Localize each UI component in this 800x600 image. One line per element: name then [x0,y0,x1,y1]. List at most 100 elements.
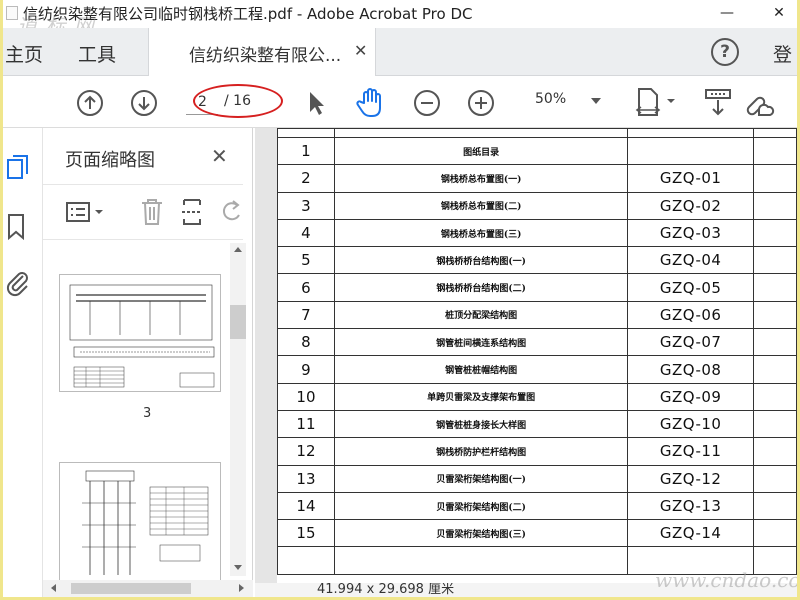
table-cell [333,128,629,138]
tab-home[interactable]: 主页 [5,40,43,67]
hscrollbar-thumb[interactable] [71,583,191,594]
select-cursor-icon[interactable] [303,88,329,118]
scroll-up-icon[interactable] [234,247,242,252]
close-window-button[interactable]: ✕ [761,0,797,26]
next-page-icon[interactable] [129,88,159,118]
row-number: 1 [277,136,335,166]
table-cell [753,355,797,384]
previous-page-icon[interactable] [75,88,105,118]
drawing-name: 钢栈桥总布置图(三) [333,218,629,248]
scroll-down-icon[interactable] [234,565,242,570]
login-button[interactable]: 登 [773,40,792,67]
table-row: 10 单跨贝雷梁及支撑架布置图 GZQ-09 [277,382,797,411]
page-thumbnail-3[interactable] [59,274,221,392]
panel-close-icon[interactable]: ✕ [211,144,228,168]
drawing-code: GZQ-09 [627,382,755,411]
row-number: 6 [277,273,335,302]
drawing-name: 钢栈桥桥台结构图(二) [333,273,629,302]
drawing-code [627,136,755,166]
thumbnail-options-icon[interactable] [65,199,111,225]
table-row: 11 钢管桩桩身接长大样图 GZQ-10 [277,409,797,439]
table-cell [753,491,797,521]
row-number: 3 [277,191,335,220]
tab-tools[interactable]: 工具 [78,40,116,67]
fit-page-icon[interactable] [635,86,681,120]
help-icon[interactable]: ? [711,38,739,66]
row-number: 7 [277,300,335,330]
table-cell [753,382,797,411]
table-row: 5 钢栈桥桥台结构图(一) GZQ-04 [277,246,797,275]
drawing-code: GZQ-10 [627,409,755,439]
table-cell [753,328,797,357]
tab-document-label: 信纺织染整有限公... [189,46,342,66]
drawing-name: 图纸目录 [333,136,629,166]
row-number: 9 [277,355,335,384]
drawing-code: GZQ-03 [627,218,755,248]
table-cell [753,409,797,439]
scroll-right-icon[interactable] [239,584,244,592]
table-cell [753,464,797,493]
table-row: 8 钢管桩间横连系结构图 GZQ-07 [277,328,797,357]
insert-page-icon[interactable] [180,197,208,227]
panel-title: 页面缩略图 [65,150,155,171]
drawing-name: 单跨贝雷梁及支撑架布置图 [333,382,629,411]
drawing-code: GZQ-02 [627,191,755,220]
red-annotation-ellipse [193,84,283,118]
page-thumbnail-4[interactable] [59,462,221,582]
table-cell [753,437,797,466]
table-cell [627,128,755,138]
hand-tool-icon[interactable] [355,86,387,120]
row-number: 15 [277,519,335,548]
table-cell [277,128,335,138]
tab-document[interactable]: 信纺织染整有限公... ✕ [148,28,376,76]
thumbnails-panel: 页面缩略图 ✕ 3 [43,128,253,597]
drawing-code: GZQ-12 [627,464,755,493]
drawing-name: 钢栈桥防护栏杆结构图 [333,437,629,466]
rotate-page-icon[interactable] [219,197,243,227]
acrobat-window: 信纺织染整有限公司临时钢栈桥工程.pdf - Adobe Acrobat Pro… [3,0,797,597]
zoom-in-icon[interactable] [466,88,496,118]
zoom-out-icon[interactable] [412,88,442,118]
chevron-down-icon[interactable] [591,98,601,104]
panel-horizontal-scrollbar[interactable] [43,580,253,597]
minimize-button[interactable]: — [709,0,745,26]
drawing-code: GZQ-05 [627,273,755,302]
drawing-name: 钢管桩桩身接长大样图 [333,409,629,439]
document-view[interactable]: 1 图纸目录 2 钢栈桥总布置图(一) GZQ-01 3 钢栈桥总布置图(二) GZQ-02 4… [255,128,797,597]
table-row: 15 贝雷梁桁架结构图(三) GZQ-14 [277,519,797,548]
drawing-code: GZQ-08 [627,355,755,384]
thumbnail-drawing [82,470,209,575]
delete-page-icon[interactable] [139,197,165,227]
scroll-left-icon[interactable] [51,584,56,592]
scrollbar-thumb[interactable] [230,305,246,339]
table-row: 4 钢栈桥总布置图(三) GZQ-03 [277,218,797,248]
watermark-url: www.cndao.com [655,568,797,592]
bookmarks-icon[interactable] [5,212,29,242]
drawing-name: 贝雷梁桁架结构图(一) [333,464,629,493]
panel-toolbar [43,184,243,240]
row-number: 5 [277,246,335,275]
share-link-icon[interactable] [743,87,775,119]
row-number: 11 [277,409,335,439]
drawing-code: GZQ-06 [627,300,755,330]
table-cell [277,546,335,575]
table-row: 12 钢栈桥防护栏杆结构图 GZQ-11 [277,437,797,466]
drawing-name: 钢管桩间横连系结构图 [333,328,629,357]
page-thumbnails-icon[interactable] [5,154,31,182]
thumbnail-drawing [69,284,215,388]
table-cell [753,273,797,302]
table-cell [753,136,797,166]
drawing-name: 桩顶分配梁结构图 [333,300,629,330]
drawing-code: GZQ-14 [627,519,755,548]
row-number: 12 [277,437,335,466]
row-number: 4 [277,218,335,248]
attachments-icon[interactable] [5,268,31,298]
table-row: 3 钢栈桥总布置图(二) GZQ-02 [277,191,797,220]
left-rail [3,128,43,597]
scroll-mode-icon[interactable] [703,87,733,119]
tab-close-icon[interactable]: ✕ [354,41,367,60]
drawing-code: GZQ-01 [627,164,755,193]
drawing-name: 钢栈桥桥台结构图(一) [333,246,629,275]
table-cell [753,218,797,248]
thumbnail-scrollbar[interactable] [230,243,246,576]
